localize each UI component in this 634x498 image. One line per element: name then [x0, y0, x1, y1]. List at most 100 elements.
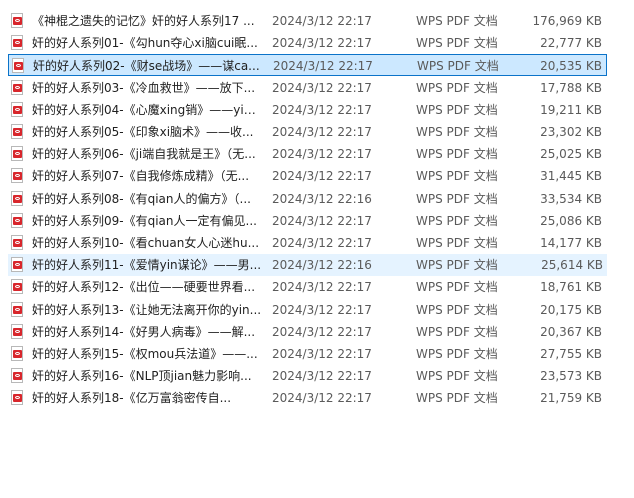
file-size: 23,573 KB: [540, 369, 602, 384]
file-name: 奸的好人系列02-《财se战场》——谋ca...: [33, 59, 260, 74]
file-size: 176,969 KB: [532, 14, 602, 28]
file-size: 22,777 KB: [540, 36, 602, 51]
file-size: 20,367 KB: [540, 324, 602, 339]
file-size: 31,445 KB: [540, 169, 602, 184]
file-date-modified: 2024/3/12 22:17: [272, 347, 372, 361]
file-type: WPS PDF 文档: [416, 80, 498, 95]
file-name: 奸的好人系列07-《自我修炼成精》（无...: [32, 169, 250, 184]
file-size: 21,759 KB: [540, 391, 602, 406]
file-date-modified: 2024/3/12 22:17: [272, 302, 372, 317]
file-size: 20,175 KB: [540, 302, 602, 317]
file-type: WPS PDF 文档: [416, 213, 498, 228]
file-row[interactable]: 奸的好人系列04-《心魔xing销》——yin... 2024/3/12 22:1…: [0, 99, 607, 121]
file-name: 奸的好人系列15-《权mou兵法道》——...: [32, 347, 258, 361]
file-row[interactable]: 奸的好人系列12-《出位——硬要世界看... 2024/3/12 22:17 WPS…: [0, 276, 607, 298]
file-row[interactable]: 奸的好人系列09-《有qian人一定有偏见... 2024/3/12 22:17 W…: [0, 210, 607, 232]
file-name: 奸的好人系列03-《冷血救世》——放下...: [32, 80, 256, 95]
file-date-modified: 2024/3/12 22:16: [272, 258, 372, 273]
file-row[interactable]: 奸的好人系列13-《让她无法离开你的yin... 2024/3/12 22:17 W…: [0, 299, 607, 321]
file-name: 奸的好人系列18-《亿万富翁密传自...: [32, 391, 232, 406]
file-name: 奸的好人系列05-《印象xi脑术》——收...: [32, 125, 254, 139]
file-size: 20,535 KB: [540, 59, 602, 74]
pdf-icon: [10, 235, 24, 251]
file-type: WPS PDF 文档: [416, 36, 498, 51]
file-name: 奸的好人系列16-《NLP顶jian魅力影响...: [32, 369, 252, 384]
pdf-icon: [10, 168, 24, 184]
file-type: WPS PDF 文档: [416, 302, 498, 317]
pdf-icon: [10, 101, 24, 118]
pdf-icon: [10, 390, 24, 406]
file-date-modified: 2024/3/12 22:17: [272, 125, 372, 139]
file-row[interactable]: 《神棍之遗失的记忆》奸的好人系列17 ... 2024/3/12 22:17 WPS…: [0, 10, 607, 32]
pdf-icon: [10, 190, 24, 207]
file-date-modified: 2024/3/12 22:17: [272, 14, 372, 28]
pdf-icon: [10, 257, 24, 273]
file-name: 奸的好人系列11-《爱情yin谋论》——男...: [32, 258, 262, 273]
file-size: 23,302 KB: [540, 125, 602, 139]
file-date-modified: 2024/3/12 22:17: [272, 169, 372, 184]
file-size: 25,614 KB: [541, 258, 603, 273]
pdf-icon: [10, 279, 24, 295]
file-row[interactable]: 奸的好人系列05-《印象xi脑术》——收... 2024/3/12 22:17 WP…: [0, 121, 607, 143]
file-row[interactable]: 奸的好人系列08-《有qian人的偏方》（... 2024/3/12 22:16 W…: [0, 188, 607, 210]
file-size: 27,755 KB: [540, 347, 602, 361]
file-type: WPS PDF 文档: [416, 236, 498, 250]
file-date-modified: 2024/3/12 22:17: [272, 280, 372, 295]
file-type: WPS PDF 文档: [416, 14, 498, 28]
file-row[interactable]: 奸的好人系列07-《自我修炼成精》（无... 2024/3/12 22:17 WPS…: [0, 165, 607, 187]
file-row[interactable]: 奸的好人系列01-《勾hun夺心xi脑cui眠... 2024/3/12 22:1…: [0, 32, 607, 54]
file-size: 18,761 KB: [540, 280, 602, 295]
pdf-icon: [11, 58, 25, 74]
file-name: 奸的好人系列12-《出位——硬要世界看...: [32, 280, 256, 295]
file-date-modified: 2024/3/12 22:17: [272, 324, 372, 339]
file-type: WPS PDF 文档: [416, 125, 498, 139]
pdf-icon: [10, 79, 24, 96]
file-size: 25,025 KB: [540, 147, 602, 162]
file-type: WPS PDF 文档: [416, 169, 498, 184]
pdf-icon: [10, 368, 24, 384]
file-row[interactable]: 奸的好人系列10-《看chuan女人心迷hu... 2024/3/12 22:17…: [0, 232, 607, 254]
file-name: 奸的好人系列08-《有qian人的偏方》（...: [32, 191, 251, 206]
file-name: 奸的好人系列06-《ji端自我就是王》（无...: [32, 147, 256, 162]
file-type: WPS PDF 文档: [416, 191, 498, 206]
file-row[interactable]: 奸的好人系列15-《权mou兵法道》——... 2024/3/12 22:17 WP…: [0, 343, 607, 365]
pdf-icon: [10, 212, 24, 229]
file-row[interactable]: 奸的好人系列16-《NLP顶jian魅力影响... 2024/3/12 22:17…: [0, 365, 607, 387]
file-date-modified: 2024/3/12 22:17: [272, 80, 372, 95]
file-date-modified: 2024/3/12 22:17: [272, 147, 372, 162]
file-name: 奸的好人系列10-《看chuan女人心迷hu...: [32, 236, 260, 250]
file-list: 《神棍之遗失的记忆》奸的好人系列17 ... 2024/3/12 22:17 WPS…: [0, 0, 634, 498]
file-name: 奸的好人系列13-《让她无法离开你的yin...: [32, 302, 262, 317]
file-type: WPS PDF 文档: [416, 324, 498, 339]
file-row[interactable]: 奸的好人系列03-《冷血救世》——放下... 2024/3/12 22:17 WPS…: [0, 77, 607, 99]
file-name: 奸的好人系列14-《好男人病毒》——解...: [32, 324, 256, 339]
pdf-icon: [10, 124, 24, 140]
pdf-icon: [10, 35, 24, 51]
file-name: 奸的好人系列04-《心魔xing销》——yin...: [32, 102, 262, 117]
file-row[interactable]: 奸的好人系列18-《亿万富翁密传自... 2024/3/12 22:17 WPS P…: [0, 387, 607, 409]
file-row[interactable]: 奸的好人系列14-《好男人病毒》——解... 2024/3/12 22:17 WPS…: [0, 321, 607, 343]
file-size: 17,788 KB: [540, 80, 602, 95]
file-name: 《神棍之遗失的记忆》奸的好人系列17 ...: [32, 14, 255, 28]
file-date-modified: 2024/3/12 22:16: [272, 191, 372, 206]
file-date-modified: 2024/3/12 22:17: [272, 102, 372, 117]
file-type: WPS PDF 文档: [416, 258, 498, 273]
pdf-icon: [10, 323, 24, 340]
file-name: 奸的好人系列09-《有qian人一定有偏见...: [32, 213, 257, 228]
file-size: 33,534 KB: [540, 191, 602, 206]
file-name: 奸的好人系列01-《勾hun夺心xi脑cui眠...: [32, 36, 258, 51]
file-type: WPS PDF 文档: [416, 391, 498, 406]
file-date-modified: 2024/3/12 22:17: [272, 236, 372, 250]
pdf-icon: [10, 346, 24, 362]
file-date-modified: 2024/3/12 22:17: [272, 391, 372, 406]
file-row[interactable]: 奸的好人系列11-《爱情yin谋论》——男... 2024/3/12 22:16 W…: [8, 254, 607, 277]
pdf-icon: [10, 146, 24, 162]
file-row[interactable]: 奸的好人系列02-《财se战场》——谋ca... 2024/3/12 22:17 W…: [8, 54, 607, 77]
file-date-modified: 2024/3/12 22:17: [272, 36, 372, 51]
file-type: WPS PDF 文档: [416, 147, 498, 162]
file-type: WPS PDF 文档: [416, 102, 498, 117]
file-row[interactable]: 奸的好人系列06-《ji端自我就是王》（无... 2024/3/12 22:17 W…: [0, 143, 607, 165]
pdf-icon: [10, 301, 24, 318]
file-type: WPS PDF 文档: [416, 369, 498, 384]
file-date-modified: 2024/3/12 22:17: [273, 59, 373, 74]
